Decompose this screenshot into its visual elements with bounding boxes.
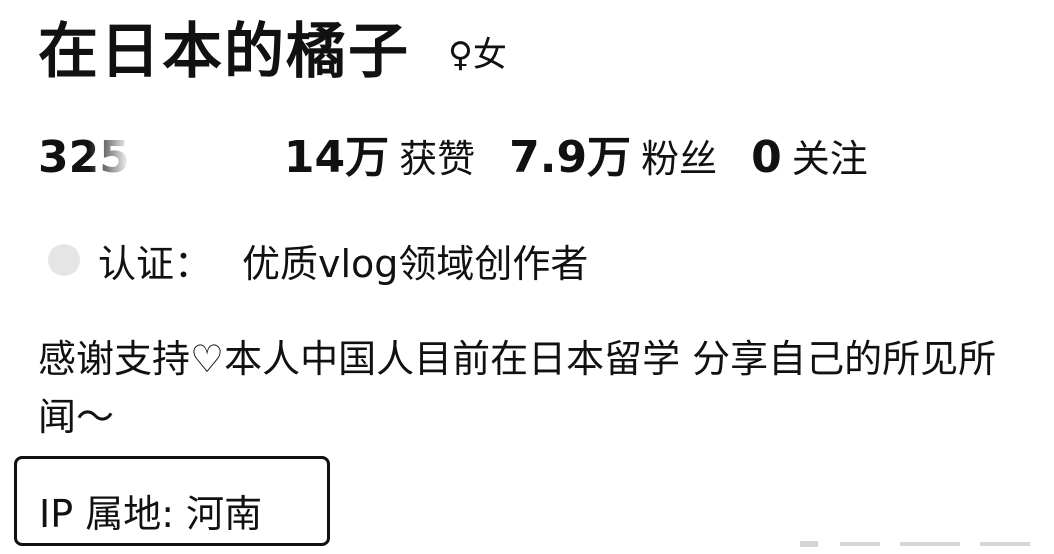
stats-row: 325 14万 获赞 7.9万 粉丝 0 关注 bbox=[38, 128, 902, 188]
certification-label: 认证： bbox=[98, 241, 213, 286]
stat-partial-value: 325 bbox=[38, 132, 130, 183]
stat-likes[interactable]: 14万 获赞 bbox=[284, 136, 475, 180]
gender-tag: ♀女 bbox=[448, 35, 507, 75]
stat-following[interactable]: 0 关注 bbox=[751, 136, 868, 180]
stat-fans[interactable]: 7.9万 粉丝 bbox=[509, 136, 717, 180]
likes-label: 获赞 bbox=[399, 137, 476, 181]
watermark bbox=[800, 541, 1030, 547]
likes-value: 14万 bbox=[283, 132, 390, 183]
stat-partial: 325 bbox=[38, 136, 250, 180]
fans-value: 7.9万 bbox=[509, 132, 632, 183]
certification-row: 认证： 优质vlog领域创作者 bbox=[44, 232, 588, 288]
ip-location-label: IP 属地: 河南 bbox=[39, 492, 263, 536]
following-value: 0 bbox=[751, 132, 782, 183]
badge-icon bbox=[48, 244, 80, 276]
fans-label: 粉丝 bbox=[641, 137, 718, 181]
profile-bio: 感谢支持♡本人中国人目前在日本留学 分享自己的所见所闻～ bbox=[38, 337, 997, 439]
profile-header: 在日本的橘子 ♀女 bbox=[38, 12, 507, 92]
ip-location-box: IP 属地: 河南 bbox=[14, 456, 330, 546]
certification-value: 优质vlog领域创作者 bbox=[242, 241, 589, 286]
following-label: 关注 bbox=[791, 137, 868, 181]
profile-name: 在日本的橘子 bbox=[38, 17, 410, 87]
